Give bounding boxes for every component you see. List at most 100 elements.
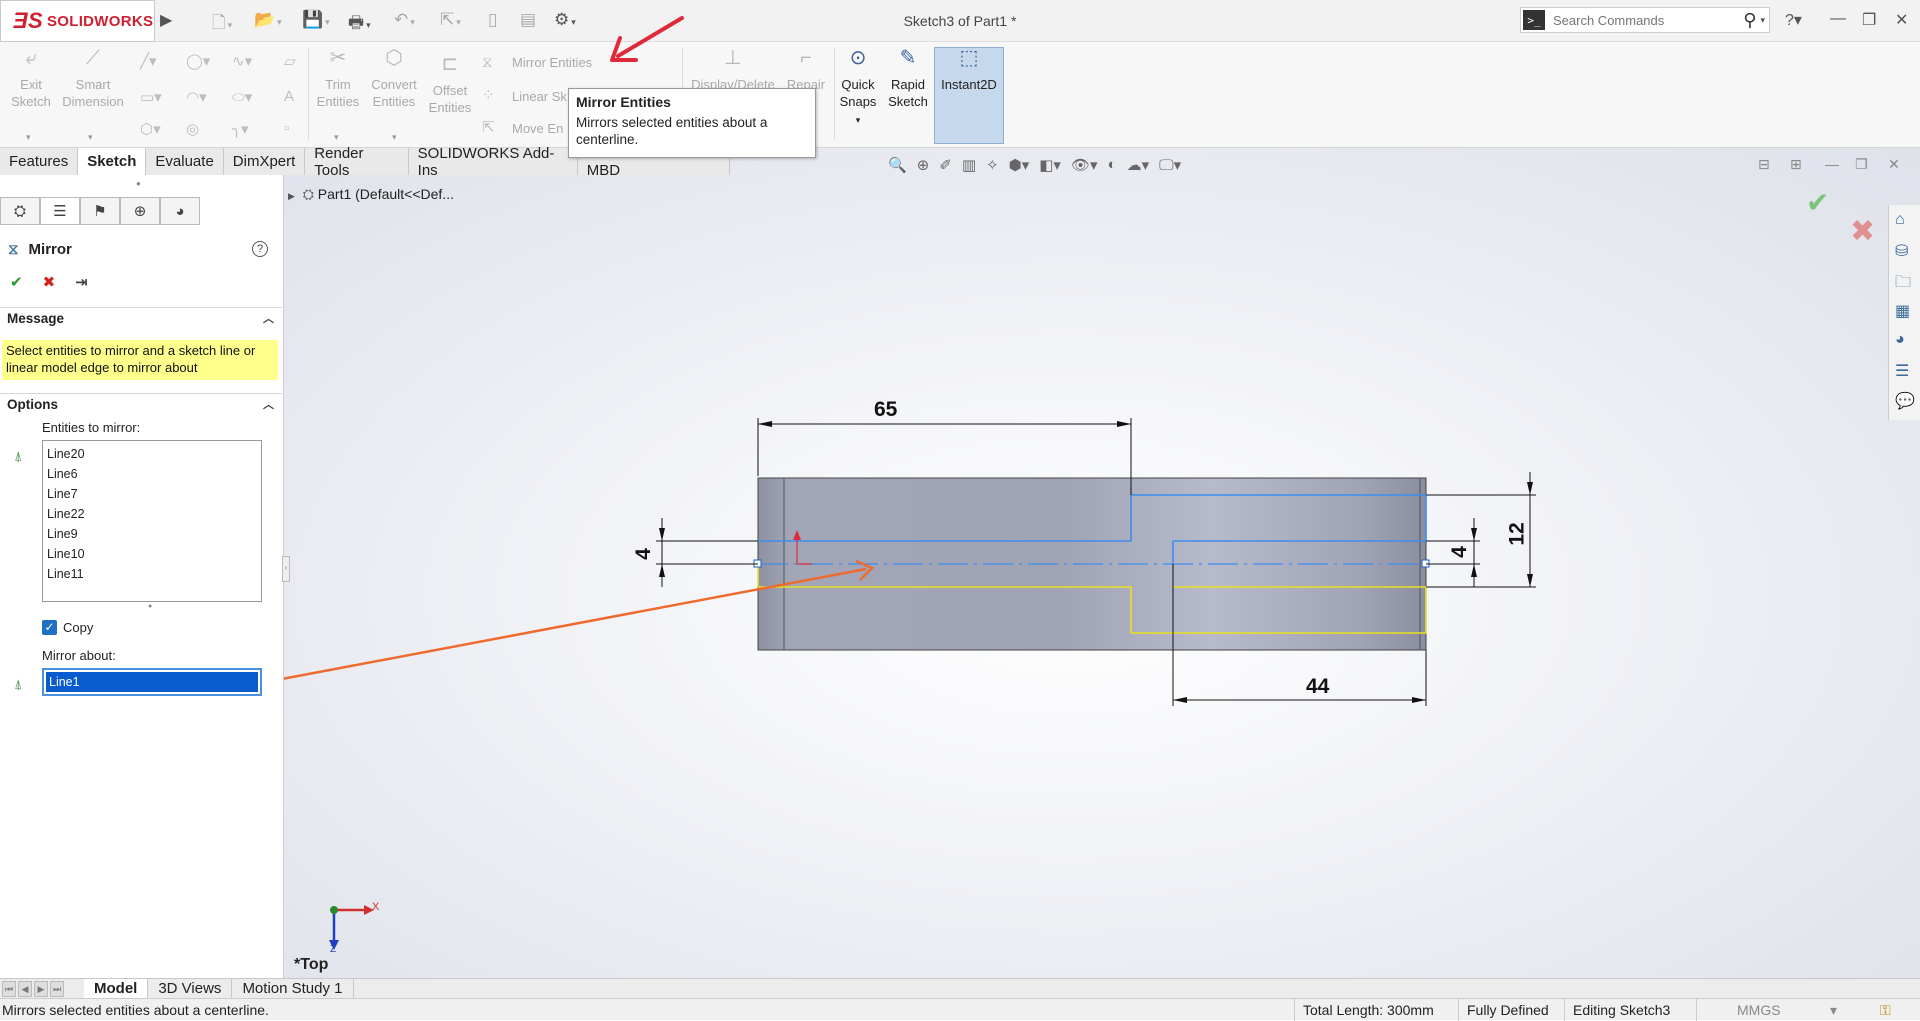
linear-pattern-icon[interactable]: ⁘ [482, 86, 495, 104]
arc-tool-icon[interactable]: ◠▾ [186, 88, 207, 106]
display-manager-tab-icon[interactable]: ◕ [160, 197, 200, 225]
viewport-split-icon[interactable]: ⊞ [1790, 156, 1802, 173]
cancel-icon[interactable]: ✖ [43, 273, 56, 291]
solidworks-resources-icon[interactable]: ⌂ [1895, 211, 1905, 229]
edit-appearance-icon[interactable]: ◐ [1108, 156, 1117, 178]
plane-tool-icon[interactable]: ▱ [284, 52, 296, 70]
list-item[interactable]: Line10 [47, 544, 257, 564]
list-item[interactable]: Line6 [47, 464, 257, 484]
tab-features[interactable]: Features [0, 148, 79, 175]
open-file-icon[interactable]: 📂 ▾ [254, 10, 282, 30]
feature-manager-tab-icon[interactable]: ⛭ [0, 197, 40, 225]
rectangle-tool-icon[interactable]: ▭▾ [140, 88, 162, 106]
help-icon[interactable]: ?▾ [1785, 10, 1802, 30]
list-item[interactable]: Line7 [47, 484, 257, 504]
mirror-about-field[interactable]: Line1 [42, 668, 262, 696]
spline-tool-icon[interactable]: ∿▾ [232, 52, 252, 70]
hide-show-items-icon[interactable]: 👁▾ [1071, 156, 1098, 178]
exit-sketch-dropdown-icon[interactable]: ▾ [26, 132, 31, 143]
circle-tool-icon[interactable]: ◯▾ [186, 52, 210, 70]
window-minimize-icon[interactable]: — [1830, 10, 1846, 28]
list-item[interactable]: Line9 [47, 524, 257, 544]
dimxpert-manager-tab-icon[interactable]: ⊕ [120, 197, 160, 225]
checkbox-checked-icon[interactable]: ✓ [42, 620, 57, 635]
mirror-entities-button[interactable]: Mirror Entities [512, 54, 592, 71]
text-tool-icon[interactable]: A [284, 88, 294, 105]
mirror-entities-icon[interactable]: ⧖ [482, 54, 493, 71]
quick-snaps-dropdown-icon[interactable]: ▾ [856, 115, 861, 125]
next-tab-icon[interactable]: ▶ [34, 980, 48, 997]
ok-icon[interactable]: ✔ [10, 273, 23, 291]
convert-entities-button[interactable]: ⬡ Convert Entities [366, 48, 422, 110]
tab-solidworks-addins[interactable]: SOLIDWORKS Add-Ins [408, 145, 578, 179]
message-group-header[interactable]: Message ︿ [0, 307, 282, 329]
smart-dimension-button[interactable]: ⟋ Smart Dimension [58, 48, 128, 110]
confirm-cancel-icon[interactable]: ✖ [1850, 214, 1875, 249]
move-entities-button[interactable]: Move En [512, 120, 563, 137]
quick-snaps-button[interactable]: ⊙ Quick Snaps ▾ [836, 48, 880, 129]
list-item[interactable]: Line20 [47, 444, 257, 464]
viewport-tile-icon[interactable]: ⊟ [1758, 156, 1770, 173]
new-file-icon[interactable]: 🗋 ▾ [212, 10, 232, 39]
view-settings-icon[interactable]: 🖵▾ [1159, 156, 1181, 178]
list-item[interactable]: Line11 [47, 564, 257, 584]
dimension-4-left[interactable]: 4 [632, 548, 656, 560]
tab-sketch[interactable]: Sketch [78, 148, 147, 175]
smart-dimension-dropdown-icon[interactable]: ▾ [88, 132, 93, 143]
tab-motion-study[interactable]: Motion Study 1 [232, 978, 354, 999]
last-tab-icon[interactable]: ⏭ [50, 980, 64, 997]
file-explorer-icon[interactable]: 🗀 [1895, 271, 1911, 298]
menu-expand-icon[interactable]: ▶ [160, 10, 172, 30]
confirm-ok-icon[interactable]: ✔ [1806, 186, 1829, 219]
panel-splitter-icon[interactable]: ● [136, 179, 141, 188]
solidworks-logo[interactable]: ƎS SOLIDWORKS [0, 0, 155, 42]
custom-properties-icon[interactable]: ☰ [1895, 361, 1909, 381]
doc-restore-icon[interactable]: ❐ [1855, 156, 1868, 173]
linear-sketch-pattern-button[interactable]: Linear Sk [512, 88, 567, 105]
view-orientation-icon[interactable]: ⬢▾ [1009, 156, 1030, 178]
file-properties-icon[interactable]: ▤ [520, 10, 536, 30]
trim-dropdown-icon[interactable]: ▾ [334, 132, 339, 143]
search-commands-box[interactable]: >_ ⚲ ▾ [1520, 7, 1770, 33]
list-resize-handle-icon[interactable]: ● [148, 603, 152, 610]
options-gear-icon[interactable]: ⚙ ▾ [554, 10, 576, 30]
pushpin-icon[interactable]: ⇥ [75, 273, 88, 291]
view-palette-icon[interactable]: ▦ [1895, 301, 1910, 321]
expand-tree-icon[interactable]: ▶ [288, 191, 295, 201]
search-commands-input[interactable] [1547, 12, 1744, 28]
display-style-icon[interactable]: ◧▾ [1039, 156, 1061, 178]
design-library-icon[interactable]: ⛁ [1895, 241, 1908, 261]
forum-icon[interactable]: 💬 [1895, 391, 1915, 411]
save-icon[interactable]: 💾 ▾ [302, 10, 330, 30]
select-icon[interactable]: ⇱ ▾ [440, 10, 461, 30]
tab-model[interactable]: Model [84, 978, 149, 999]
convert-dropdown-icon[interactable]: ▾ [392, 132, 397, 143]
window-restore-icon[interactable]: ❐ [1862, 10, 1876, 30]
first-tab-icon[interactable]: ⏮ [2, 980, 16, 997]
ellipse-tool-icon[interactable]: ⬭▾ [232, 88, 252, 106]
display-delete-relations-button[interactable]: ⊥ Display/Delete [686, 48, 780, 93]
collapse-chevron-icon[interactable]: ︿ [263, 394, 274, 416]
dimension-12[interactable]: 12 [1506, 522, 1530, 545]
section-view-icon[interactable]: ▥ [962, 156, 976, 178]
print-icon[interactable]: 🖶 ▾ [348, 10, 371, 39]
point-tool-icon[interactable]: ◎ [186, 120, 199, 138]
prev-tab-icon[interactable]: ◀ [18, 980, 32, 997]
tab-render-tools[interactable]: Render Tools [305, 145, 409, 179]
doc-minimize-icon[interactable]: — [1825, 156, 1839, 172]
units-dropdown-icon[interactable]: ▾ [1830, 999, 1837, 1021]
collapse-chevron-icon[interactable]: ︿ [263, 308, 274, 330]
entities-to-mirror-list[interactable]: Line20 Line6 Line7 Line22 Line9 Line10 L… [42, 440, 262, 602]
rebuild-icon[interactable]: ▯ [488, 10, 497, 30]
exit-sketch-button[interactable]: ⤶ Exit Sketch [6, 48, 56, 110]
window-close-icon[interactable]: ✕ [1895, 10, 1908, 30]
previous-view-icon[interactable]: ✐ [939, 156, 952, 178]
appearances-icon[interactable]: ◕ [1895, 331, 1905, 349]
property-manager-tab-icon[interactable]: ☰ [40, 197, 80, 225]
apply-scene-icon[interactable]: ☁▾ [1127, 156, 1150, 178]
offset-entities-button[interactable]: ⊏ Offset Entities [424, 54, 476, 116]
dimension-4-right[interactable]: 4 [1448, 546, 1472, 558]
configuration-manager-tab-icon[interactable]: ⚑ [80, 197, 120, 225]
mirror-about-value[interactable]: Line1 [46, 672, 258, 692]
line-tool-icon[interactable]: ╱▾ [140, 52, 157, 70]
